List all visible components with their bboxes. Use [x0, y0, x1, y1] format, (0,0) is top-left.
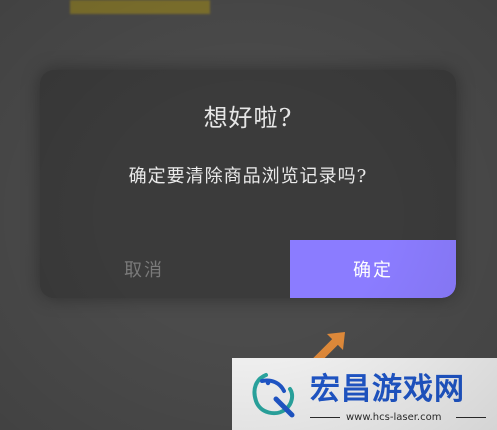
- watermark-url-line-right: [456, 417, 486, 418]
- dialog-title: 想好啦?: [203, 104, 293, 132]
- cancel-button[interactable]: 取消: [40, 240, 290, 298]
- watermark-brand: 宏昌游戏网: [310, 372, 465, 407]
- dialog-actions: 取消 确定: [40, 240, 456, 298]
- watermark-url: www.hcs-laser.com: [346, 412, 442, 423]
- confirm-dialog: 想好啦? 确定要清除商品浏览记录吗? 取消 确定: [40, 70, 456, 298]
- dragon-logo-icon: [252, 373, 295, 418]
- dialog-message: 确定要清除商品浏览记录吗?: [128, 166, 368, 187]
- watermark-url-line-left: [310, 417, 340, 418]
- watermark: 宏昌游戏网 www.hcs-laser.com: [232, 358, 497, 430]
- background-yellow-strip: [70, 0, 210, 14]
- confirm-button[interactable]: 确定: [290, 240, 456, 298]
